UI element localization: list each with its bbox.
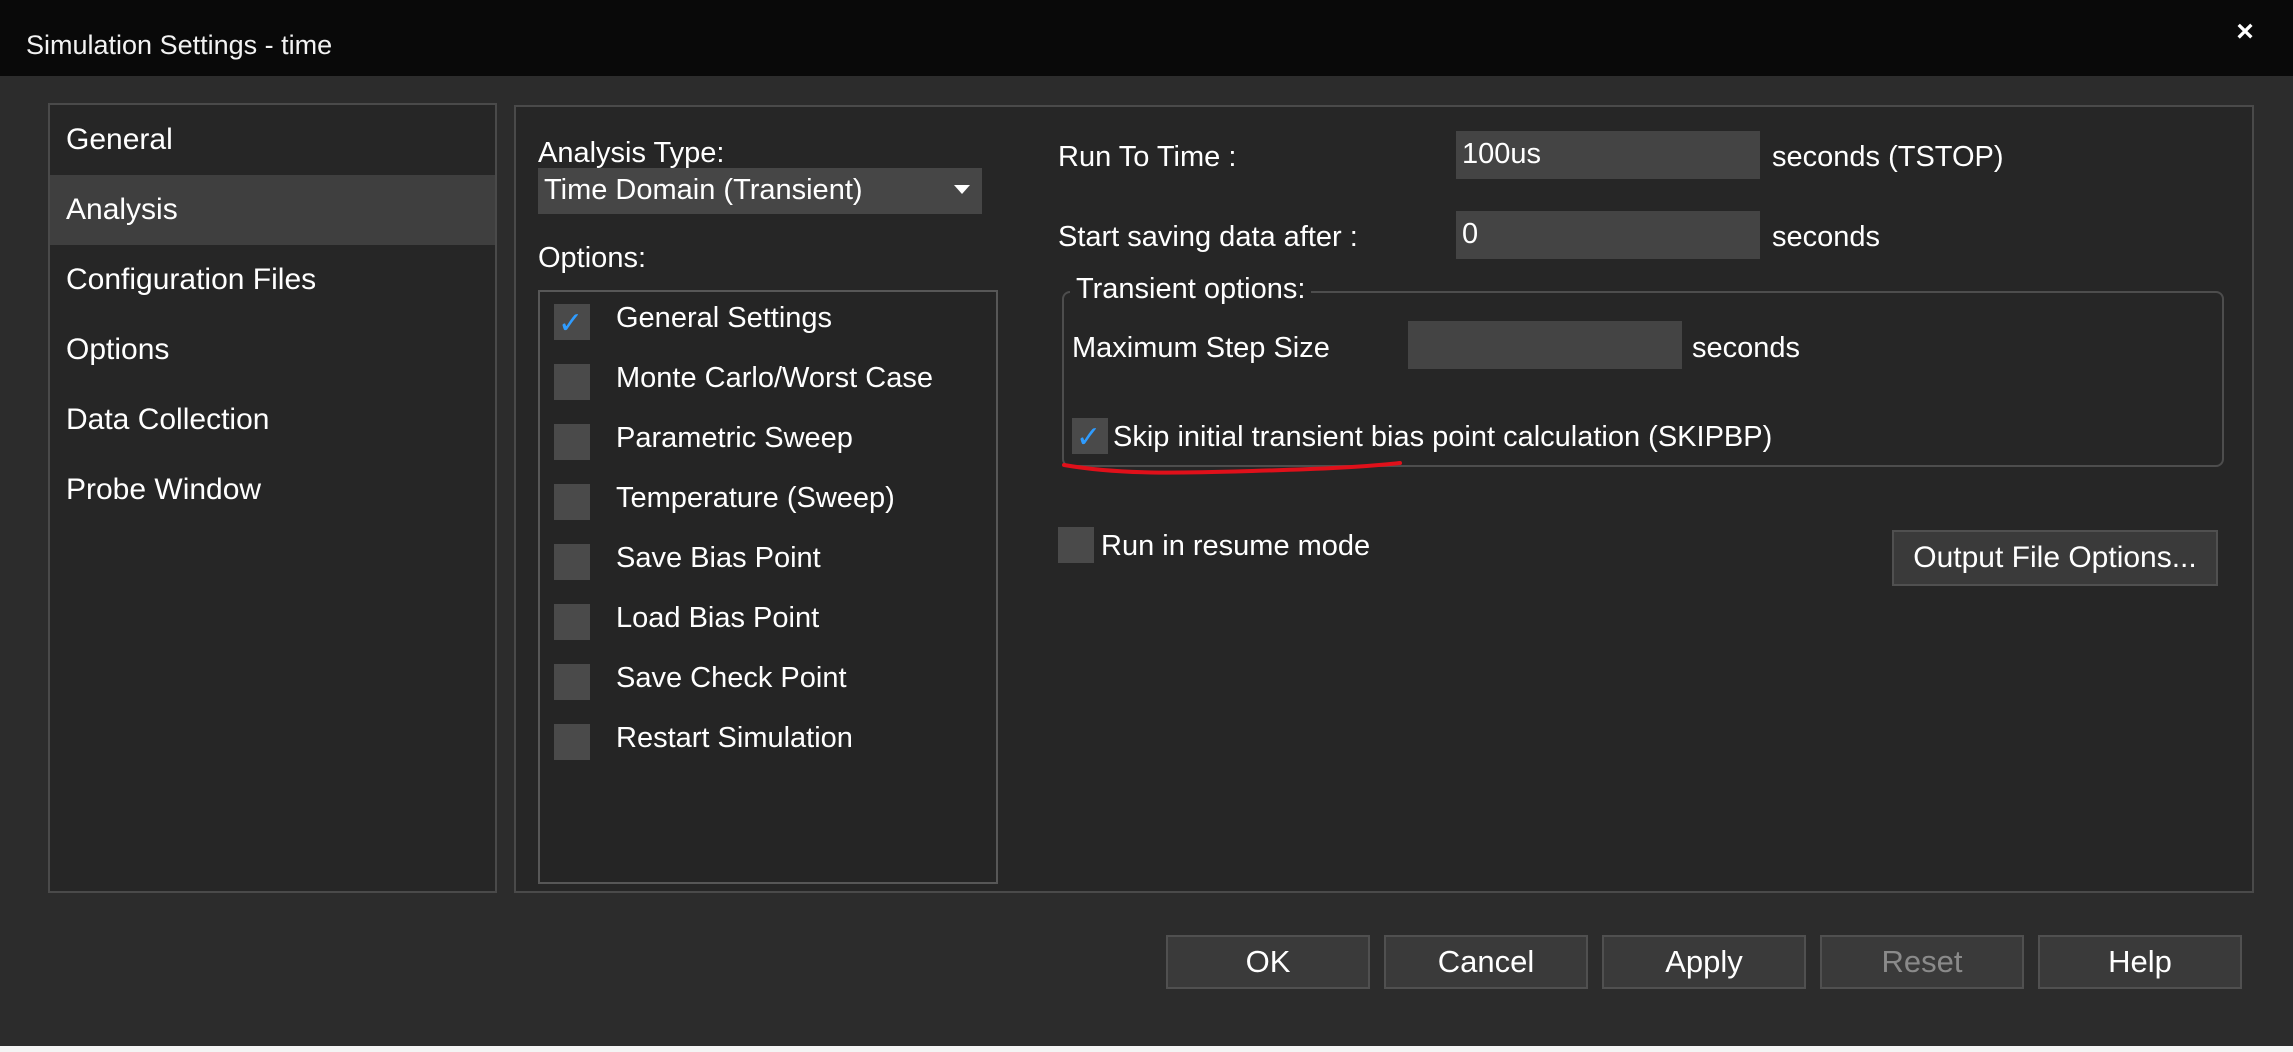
resume-mode-checkbox[interactable]	[1058, 527, 1094, 563]
help-button[interactable]: Help	[2038, 935, 2242, 989]
max-step-unit: seconds	[1692, 332, 1801, 364]
checkbox[interactable]	[1058, 527, 1094, 563]
nav-item-data-collection[interactable]: Data Collection	[50, 385, 495, 455]
options-label: Options:	[538, 242, 646, 274]
window-bottom-edge	[0, 1046, 2293, 1052]
option-label: Temperature (Sweep)	[616, 482, 895, 514]
close-icon[interactable]: ×	[2225, 12, 2265, 52]
skipbp-checkbox[interactable]: ✓	[1072, 418, 1108, 454]
checkbox[interactable]	[554, 544, 590, 580]
checkbox[interactable]	[554, 364, 590, 400]
option-label: Monte Carlo/Worst Case	[616, 362, 933, 394]
run-to-time-unit: seconds (TSTOP)	[1772, 141, 2004, 173]
start-saving-unit: seconds	[1772, 221, 1881, 253]
reset-button: Reset	[1820, 935, 2024, 989]
checkbox[interactable]	[554, 724, 590, 760]
option-label: General Settings	[616, 302, 833, 334]
transient-options-title: Transient options:	[1070, 273, 1312, 306]
red-annotation-underline	[1062, 461, 1402, 475]
checkbox[interactable]	[554, 664, 590, 700]
checkbox[interactable]: ✓	[554, 304, 590, 340]
title-bar: Simulation Settings - time ×	[0, 0, 2293, 76]
checkbox[interactable]	[554, 604, 590, 640]
nav-item-probe-window[interactable]: Probe Window	[50, 455, 495, 525]
options-list: ✓ General Settings Monte Carlo/Worst Cas…	[538, 290, 998, 884]
start-saving-input[interactable]: 0	[1456, 211, 1760, 259]
check-icon: ✓	[558, 307, 584, 340]
analysis-type-select[interactable]: Time Domain (Transient)	[538, 168, 982, 214]
start-saving-label: Start saving data after :	[1058, 221, 1358, 253]
nav-item-configuration-files[interactable]: Configuration Files	[50, 245, 495, 315]
checkbox[interactable]	[554, 484, 590, 520]
ok-button[interactable]: OK	[1166, 935, 1370, 989]
max-step-label: Maximum Step Size	[1072, 332, 1330, 364]
run-to-time-input[interactable]: 100us	[1456, 131, 1760, 179]
option-label: Load Bias Point	[616, 602, 820, 634]
nav-item-options[interactable]: Options	[50, 315, 495, 385]
checkbox[interactable]: ✓	[1072, 418, 1108, 454]
analysis-type-value: Time Domain (Transient)	[544, 174, 863, 206]
option-label: Save Check Point	[616, 662, 847, 694]
settings-nav: General Analysis Configuration Files Opt…	[48, 103, 497, 893]
max-step-input[interactable]	[1408, 321, 1682, 369]
apply-button[interactable]: Apply	[1602, 935, 1806, 989]
chevron-down-icon	[954, 185, 970, 194]
option-label: Save Bias Point	[616, 542, 821, 574]
cancel-button[interactable]: Cancel	[1384, 935, 1588, 989]
analysis-type-label: Analysis Type:	[538, 137, 725, 169]
run-to-time-label: Run To Time :	[1058, 141, 1237, 173]
checkbox[interactable]	[554, 424, 590, 460]
check-icon: ✓	[1076, 421, 1102, 454]
nav-item-analysis[interactable]: Analysis	[50, 175, 495, 245]
nav-item-general[interactable]: General	[50, 105, 495, 175]
resume-mode-label: Run in resume mode	[1101, 530, 1371, 562]
skipbp-label: Skip initial transient bias point calcul…	[1113, 421, 1773, 453]
window-title: Simulation Settings - time	[26, 30, 333, 60]
output-file-options-button[interactable]: Output File Options...	[1892, 530, 2218, 586]
option-label: Restart Simulation	[616, 722, 853, 754]
option-label: Parametric Sweep	[616, 422, 853, 454]
